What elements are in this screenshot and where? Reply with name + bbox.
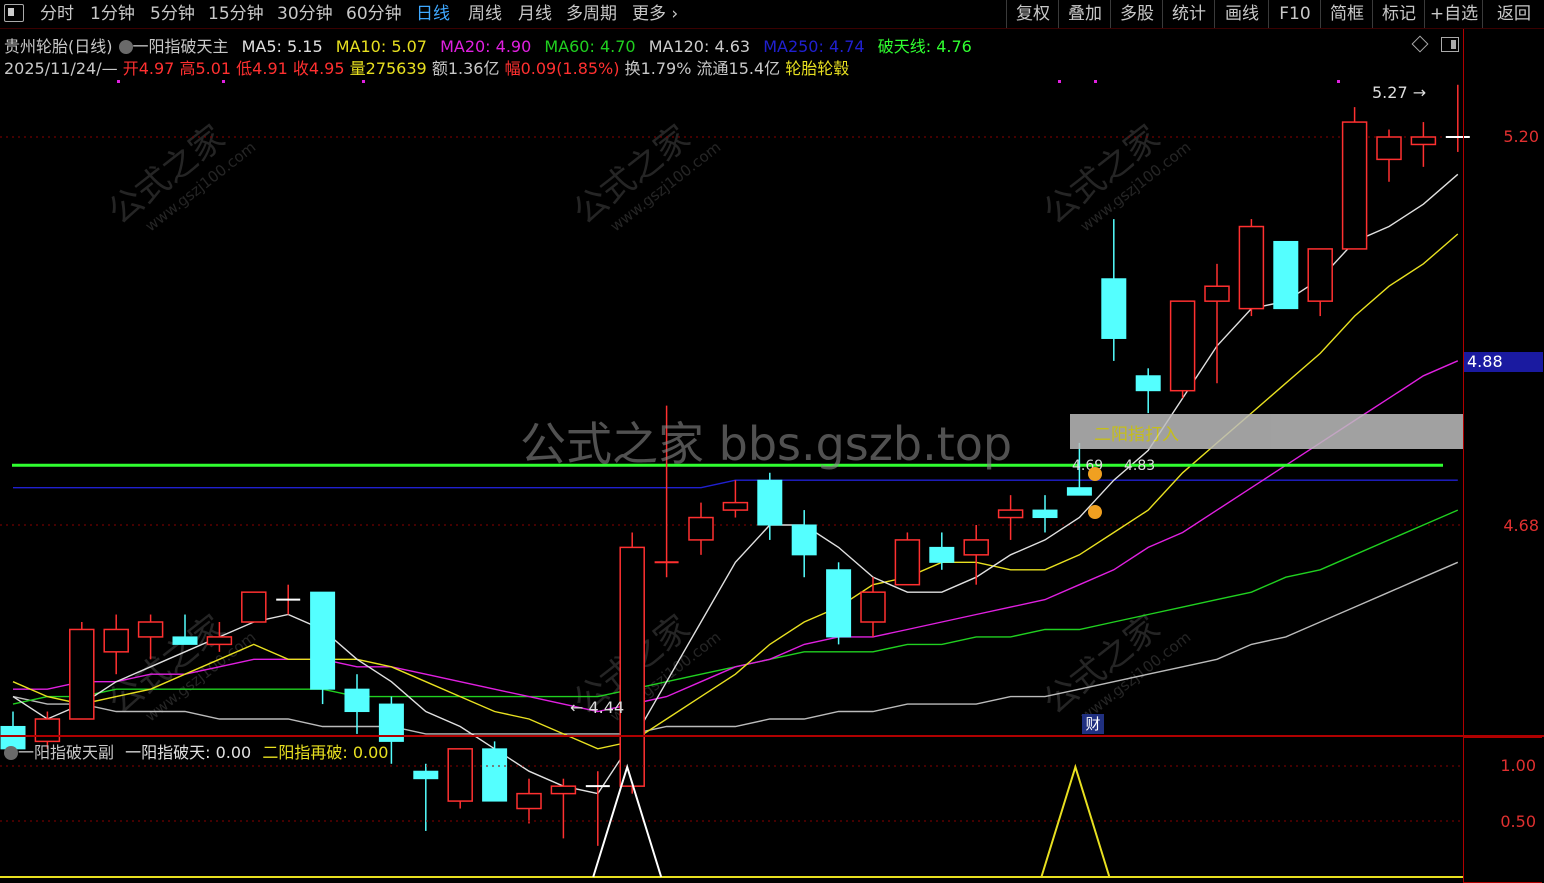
candle-body-up bbox=[1169, 300, 1196, 392]
candle-body-up bbox=[894, 539, 921, 586]
candle-body-up bbox=[1307, 248, 1333, 302]
low-label: ← 4.44 bbox=[570, 698, 624, 717]
sub-title[interactable]: 一阳指破天副 bbox=[18, 743, 114, 762]
axis-label: 5.20 bbox=[1503, 127, 1539, 146]
candle-body-up bbox=[1341, 121, 1368, 250]
sub-s2-label: 二阳指再破: bbox=[262, 743, 348, 762]
candle-body-down bbox=[172, 636, 198, 645]
sub-s1-value: 0.00 bbox=[215, 743, 252, 762]
finance-badge[interactable]: 财 bbox=[1082, 714, 1104, 734]
candle-body-down bbox=[344, 688, 370, 713]
candle-body-up bbox=[103, 628, 129, 653]
candle-body-down bbox=[791, 524, 817, 556]
candle-body-down bbox=[1032, 509, 1058, 519]
sub-axis: 1.00 0.50 bbox=[1463, 737, 1542, 883]
candle-body-up bbox=[447, 748, 473, 802]
candle-body-up bbox=[137, 621, 164, 638]
candle-body-up bbox=[688, 516, 714, 541]
candle-body-down bbox=[826, 569, 852, 638]
watermark-center: 公式之家 bbs.gszb.top bbox=[520, 417, 1013, 471]
hand-pointer-icon bbox=[1088, 505, 1102, 519]
candle-body-up bbox=[860, 591, 886, 623]
sub-axis-label: 1.00 bbox=[1500, 756, 1536, 775]
tooltip-text: 二阳指打入 bbox=[1094, 425, 1179, 445]
ma120-line bbox=[12, 561, 1459, 735]
high-label: 5.27 → bbox=[1372, 83, 1426, 102]
candle-body-up bbox=[1376, 136, 1402, 161]
sub-s1-label: 一阳指破天: bbox=[125, 743, 211, 762]
candle-body-up bbox=[206, 636, 233, 646]
candle-body-down bbox=[1101, 278, 1127, 339]
sub-axis-label: 0.50 bbox=[1500, 812, 1536, 831]
candle-body-up bbox=[516, 792, 542, 810]
candle-body-down bbox=[929, 546, 955, 563]
candle-body-down bbox=[757, 479, 783, 526]
price-axis[interactable]: 5.20 4.68 bbox=[1463, 29, 1544, 735]
signal-dot bbox=[1337, 80, 1340, 83]
line-value-b: 4.83 bbox=[1124, 458, 1155, 474]
candle-body-up bbox=[1410, 136, 1437, 146]
sub-indicator-row: 一阳指破天副 一阳指破天: 0.00 二阳指再破: 0.00 bbox=[4, 739, 388, 763]
candle-body-up bbox=[722, 501, 749, 511]
current-price-marker: 4.88 bbox=[1464, 352, 1543, 372]
signal-dot bbox=[117, 80, 120, 83]
candle-body-down bbox=[482, 748, 508, 802]
candle-body-up bbox=[550, 785, 577, 795]
sub-yellow-spike bbox=[1040, 763, 1111, 878]
candle-body-up bbox=[963, 539, 989, 556]
signal-dot bbox=[362, 80, 365, 83]
candle-body-up bbox=[241, 591, 267, 623]
candle-body-down bbox=[1273, 240, 1299, 310]
signal-dot bbox=[1094, 80, 1097, 83]
candle-body-down bbox=[413, 770, 439, 780]
sub-s2-value: 0.00 bbox=[352, 743, 389, 762]
candle-body-up bbox=[1238, 225, 1265, 310]
candle-body-up bbox=[997, 509, 1024, 519]
candle-body-down bbox=[1066, 487, 1092, 496]
signal-dot bbox=[222, 80, 225, 83]
candle-body-up bbox=[69, 628, 95, 720]
hand-pointer-icon bbox=[1088, 467, 1102, 481]
chevron-down-icon[interactable] bbox=[4, 746, 18, 760]
panel-divider[interactable] bbox=[0, 735, 1544, 737]
axis-label: 4.68 bbox=[1503, 516, 1539, 535]
signal-dot bbox=[1058, 80, 1061, 83]
candle-body-down bbox=[310, 591, 336, 690]
candle-body-down bbox=[1135, 375, 1161, 392]
signal-tooltip: 二阳指打入 bbox=[1070, 414, 1463, 449]
candle-body-up bbox=[1204, 285, 1230, 302]
candle-body-up bbox=[619, 546, 645, 787]
